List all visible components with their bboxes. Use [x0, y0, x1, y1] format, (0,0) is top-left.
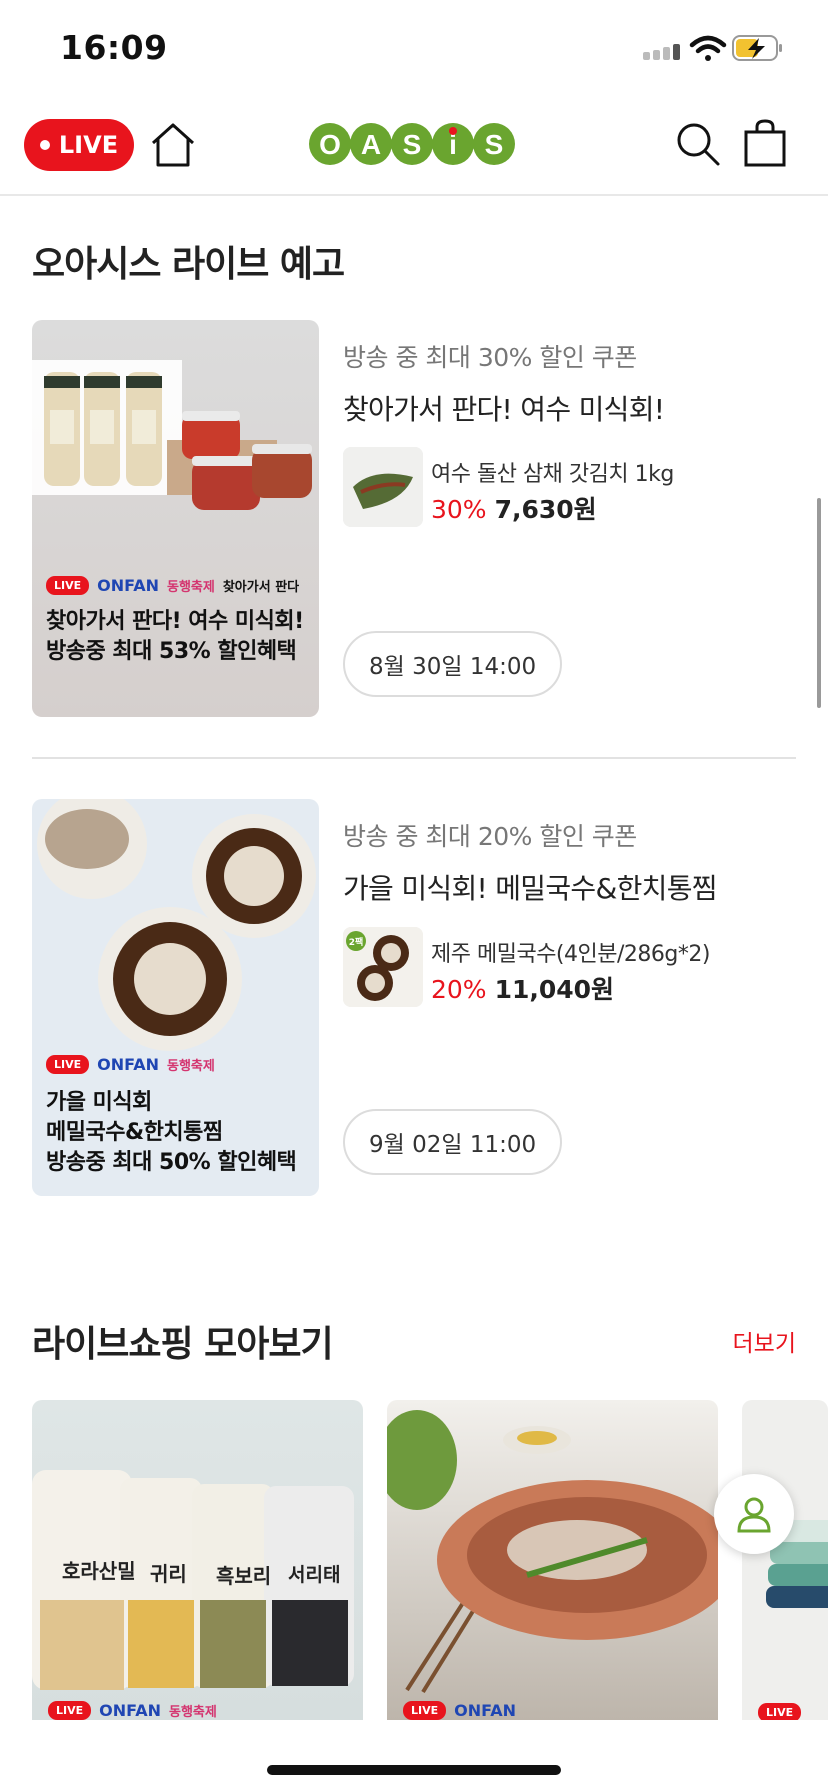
- card-divider: [32, 757, 796, 759]
- bag-label: 호라산밀: [62, 1559, 136, 1583]
- live-button-label: LIVE: [58, 131, 119, 159]
- product-thumbnail[interactable]: 2팩: [343, 927, 423, 1007]
- user-icon: [737, 1497, 771, 1533]
- preview-card-title[interactable]: 가을 미식회! 메밀국수&한치통찜: [343, 867, 718, 907]
- status-time: 16:09: [60, 28, 168, 67]
- product-price: 20% 11,040원: [431, 970, 614, 1006]
- thumb-caption-line: 찾아가서 판다! 여수 미식회!: [46, 609, 304, 634]
- bag-label: 서리태: [288, 1564, 341, 1586]
- battery-charging-icon: [732, 35, 782, 61]
- wifi-icon: [689, 35, 727, 61]
- thumb-badges: LIVE ONFAN 동행축제: [46, 1055, 215, 1074]
- card-badges: LIVE: [758, 1701, 802, 1720]
- price-value: 11,040원: [494, 975, 615, 1004]
- thumb-badges: LIVE ONFAN 동행축제 찾아가서 판다: [46, 576, 299, 595]
- oasis-logo[interactable]: O A S i S: [308, 118, 518, 170]
- dish-illustration: [387, 1410, 718, 1694]
- preview-card-title[interactable]: 찾아가서 판다! 여수 미식회!: [343, 388, 665, 428]
- live-badge: LIVE: [48, 1701, 92, 1720]
- kimchi-illustration: [343, 447, 423, 527]
- preview-card-2-thumbnail[interactable]: LIVE ONFAN 동행축제 가을 미식회 메밀국수&한치통찜 방송중 최대 …: [32, 799, 319, 1196]
- svg-text:S: S: [403, 129, 422, 160]
- svg-text:S: S: [485, 129, 504, 160]
- live-button[interactable]: LIVE: [24, 119, 134, 171]
- thumb-tag: 찾아가서 판다: [222, 580, 300, 595]
- live-shopping-section-title: 라이브쇼핑 모아보기: [32, 1324, 334, 1365]
- product-price: 30% 7,630원: [431, 490, 597, 526]
- bag-label: 흑보리: [216, 1564, 272, 1588]
- live-dot: [39, 140, 50, 150]
- home-icon[interactable]: [148, 120, 198, 170]
- scroll-indicator: [817, 498, 821, 708]
- thumb-caption-line: 방송중 최대 53% 할인혜택: [46, 639, 297, 664]
- live-badge: LIVE: [758, 1703, 802, 1720]
- search-icon[interactable]: [674, 120, 722, 168]
- live-badge: LIVE: [403, 1701, 447, 1720]
- preview-section-title: 오아시스 라이브 예고: [32, 244, 345, 285]
- pack-count-badge: 2팩: [346, 931, 366, 951]
- card-badges: LIVE ONFAN: [403, 1701, 516, 1720]
- card-badges: LIVE ONFAN 동행축제: [48, 1701, 217, 1720]
- thumb-caption: 가을 미식회 메밀국수&한치통찜 방송중 최대 50% 할인혜택: [46, 1088, 297, 1178]
- festa-logo: 동행축제: [167, 580, 215, 595]
- svg-text:O: O: [319, 129, 341, 160]
- broadcast-date[interactable]: 9월 02일 11:00: [343, 1109, 563, 1175]
- discount-rate: 20%: [431, 975, 487, 1004]
- onfan-logo: ONFAN: [454, 1701, 516, 1720]
- shopping-bag-icon[interactable]: [742, 118, 788, 168]
- onfan-logo: ONFAN: [99, 1701, 161, 1720]
- thumb-live-badge: LIVE: [46, 576, 90, 595]
- discount-rate: 30%: [431, 495, 487, 524]
- towel-illustration: [766, 1520, 828, 1608]
- festa-logo: 동행축제: [167, 1059, 215, 1074]
- price-value: 7,630원: [494, 495, 597, 524]
- coupon-text: 방송 중 최대 20% 할인 쿠폰: [343, 822, 637, 851]
- product-thumbnail[interactable]: [343, 447, 423, 527]
- festa-logo: 동행축제: [169, 1705, 217, 1720]
- thumb-caption-line: 방송중 최대 50% 할인혜택: [46, 1150, 297, 1175]
- home-indicator: [267, 1765, 561, 1775]
- live-shopping-card[interactable]: LIVE ONFAN: [387, 1400, 718, 1720]
- live-shopping-card[interactable]: 호라산밀 귀리 흑보리 서리태 LIVE ONFAN 동행축제: [32, 1400, 363, 1720]
- live-shopping-card[interactable]: LIVE: [742, 1400, 828, 1720]
- preview-card-1-thumbnail[interactable]: LIVE ONFAN 동행축제 찾아가서 판다 찾아가서 판다! 여수 미식회!…: [32, 320, 319, 717]
- more-link[interactable]: 더보기: [733, 1324, 796, 1358]
- thumb-caption-line: 가을 미식회: [46, 1090, 152, 1115]
- onfan-logo: ONFAN: [97, 576, 159, 595]
- signal-icon: [643, 44, 680, 60]
- coupon-text: 방송 중 최대 30% 할인 쿠폰: [343, 343, 637, 372]
- bag-label: 귀리: [150, 1562, 187, 1586]
- status-icons: [643, 35, 782, 61]
- user-profile-button[interactable]: [714, 1474, 794, 1554]
- product-name[interactable]: 제주 메밀국수(4인분/286g*2): [431, 936, 710, 968]
- header-divider: [0, 194, 828, 196]
- onfan-logo: ONFAN: [97, 1055, 159, 1074]
- svg-text:A: A: [361, 129, 381, 160]
- product-name[interactable]: 여수 돌산 삼채 갓김치 1kg: [431, 456, 674, 488]
- broadcast-date[interactable]: 8월 30일 14:00: [343, 631, 563, 697]
- thumb-live-badge: LIVE: [46, 1055, 90, 1074]
- thumb-caption: 찾아가서 판다! 여수 미식회! 방송중 최대 53% 할인혜택: [46, 607, 304, 667]
- thumb-caption-line: 메밀국수&한치통찜: [46, 1120, 223, 1145]
